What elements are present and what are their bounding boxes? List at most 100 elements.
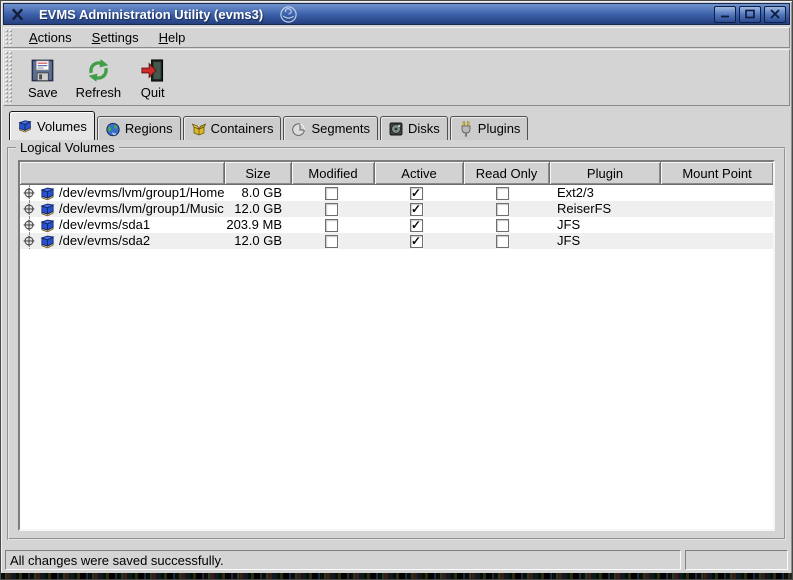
volume-name: /dev/evms/sda1 bbox=[59, 217, 150, 233]
active-checkbox[interactable]: ✓ bbox=[410, 187, 423, 200]
tab-regions[interactable]: Regions bbox=[97, 116, 181, 140]
pie-segment-icon bbox=[291, 121, 307, 137]
active-checkbox[interactable]: ✓ bbox=[410, 219, 423, 232]
quit-door-icon bbox=[139, 57, 166, 84]
refresh-button-label: Refresh bbox=[76, 85, 122, 100]
volume-name: /dev/evms/lvm/group1/Home bbox=[59, 185, 224, 201]
tab-plugins[interactable]: Plugins bbox=[450, 116, 529, 140]
table-row[interactable]: /dev/evms/lvm/group1/Music 12.0 GB ✓ Rei… bbox=[20, 201, 773, 217]
menu-help[interactable]: Help bbox=[149, 29, 196, 46]
volume-size: 12.0 GB bbox=[224, 201, 290, 217]
refresh-button[interactable]: Refresh bbox=[68, 52, 130, 103]
logical-volumes-groupbox: Logical Volumes Size Modified Active Rea… bbox=[7, 147, 786, 540]
notebook-page-volumes: Logical Volumes Size Modified Active Rea… bbox=[3, 140, 790, 548]
quit-button[interactable]: Quit bbox=[131, 52, 174, 103]
volumes-table: Size Modified Active Read Only Plugin Mo… bbox=[18, 160, 775, 531]
status-message: All changes were saved successfully. bbox=[10, 553, 224, 568]
readonly-checkbox[interactable] bbox=[496, 203, 509, 216]
volume-book-icon bbox=[39, 218, 56, 233]
tab-plugins-label: Plugins bbox=[478, 121, 521, 136]
modified-checkbox[interactable] bbox=[325, 187, 338, 200]
table-body: /dev/evms/lvm/group1/Home 8.0 GB ✓ Ext2/… bbox=[20, 185, 773, 529]
tab-containers[interactable]: Containers bbox=[183, 116, 282, 140]
table-header-row: Size Modified Active Read Only Plugin Mo… bbox=[20, 162, 773, 185]
column-header-readonly[interactable]: Read Only bbox=[464, 162, 549, 184]
tab-regions-label: Regions bbox=[125, 121, 173, 136]
volume-name: /dev/evms/sda2 bbox=[59, 233, 150, 249]
volume-book-icon bbox=[39, 234, 56, 249]
tab-volumes-label: Volumes bbox=[37, 119, 87, 134]
column-header-active[interactable]: Active bbox=[375, 162, 463, 184]
tab-segments-label: Segments bbox=[311, 121, 370, 136]
active-checkbox[interactable]: ✓ bbox=[410, 235, 423, 248]
save-button-label: Save bbox=[28, 85, 58, 100]
readonly-checkbox[interactable] bbox=[496, 219, 509, 232]
toolbar-grip-handle[interactable] bbox=[5, 51, 12, 104]
volume-plugin: JFS bbox=[545, 233, 655, 249]
status-message-panel: All changes were saved successfully. bbox=[5, 550, 681, 570]
volume-mount-point bbox=[655, 185, 773, 201]
toolbar: Save Refresh Quit bbox=[3, 49, 790, 106]
table-row[interactable]: /dev/evms/sda2 12.0 GB ✓ JFS bbox=[20, 233, 773, 249]
modified-checkbox[interactable] bbox=[325, 219, 338, 232]
column-header-size[interactable]: Size bbox=[225, 162, 291, 184]
column-header-modified[interactable]: Modified bbox=[292, 162, 374, 184]
menubar-grip-handle[interactable] bbox=[5, 29, 12, 46]
volume-book-icon bbox=[39, 186, 56, 201]
volume-mount-point bbox=[655, 217, 773, 233]
tree-expander-icon[interactable] bbox=[22, 202, 36, 216]
window-menu-x-logo-icon[interactable] bbox=[7, 6, 27, 23]
active-checkbox[interactable]: ✓ bbox=[410, 203, 423, 216]
titlebar[interactable]: EVMS Administration Utility (evms3) bbox=[3, 3, 790, 25]
close-button[interactable] bbox=[764, 6, 786, 23]
notebook-tabstrip: Volumes Regions Containers Segments Disk… bbox=[3, 111, 790, 140]
volume-plugin: Ext2/3 bbox=[545, 185, 655, 201]
tab-segments[interactable]: Segments bbox=[283, 116, 378, 140]
volume-name: /dev/evms/lvm/group1/Music bbox=[59, 201, 224, 217]
tab-disks[interactable]: Disks bbox=[380, 116, 448, 140]
volume-mount-point bbox=[655, 233, 773, 249]
volume-plugin: ReiserFS bbox=[545, 201, 655, 217]
volume-book-icon bbox=[39, 202, 56, 217]
save-floppy-icon bbox=[29, 57, 56, 84]
volume-size: 203.9 MB bbox=[224, 217, 290, 233]
tree-expander-icon[interactable] bbox=[22, 186, 36, 200]
modified-checkbox[interactable] bbox=[325, 235, 338, 248]
menu-actions[interactable]: Actions bbox=[19, 29, 82, 46]
tab-volumes[interactable]: Volumes bbox=[9, 111, 95, 140]
minimize-button[interactable] bbox=[714, 6, 736, 23]
groupbox-title: Logical Volumes bbox=[16, 140, 119, 155]
column-header-plugin[interactable]: Plugin bbox=[550, 162, 660, 184]
volume-size: 8.0 GB bbox=[224, 185, 290, 201]
spiral-logo-icon bbox=[279, 5, 298, 24]
open-box-icon bbox=[191, 121, 207, 137]
close-icon bbox=[769, 9, 781, 19]
tree-expander-icon[interactable] bbox=[22, 234, 36, 248]
readonly-checkbox[interactable] bbox=[496, 235, 509, 248]
column-header-mountpoint[interactable]: Mount Point bbox=[661, 162, 773, 184]
readonly-checkbox[interactable] bbox=[496, 187, 509, 200]
table-row[interactable]: /dev/evms/lvm/group1/Home 8.0 GB ✓ Ext2/… bbox=[20, 185, 773, 201]
maximize-button[interactable] bbox=[739, 6, 761, 23]
app-window: EVMS Administration Utility (evms3) Acti… bbox=[0, 0, 793, 580]
tree-expander-icon[interactable] bbox=[22, 218, 36, 232]
screen-edge-artifact-strip bbox=[1, 573, 792, 579]
column-header-name[interactable] bbox=[20, 162, 224, 184]
volume-plugin: JFS bbox=[545, 217, 655, 233]
table-row[interactable]: /dev/evms/sda1 203.9 MB ✓ JFS bbox=[20, 217, 773, 233]
menu-settings[interactable]: Settings bbox=[82, 29, 149, 46]
minimize-icon bbox=[719, 9, 731, 19]
tab-containers-label: Containers bbox=[211, 121, 274, 136]
hard-disk-icon bbox=[388, 121, 404, 137]
statusbar: All changes were saved successfully. bbox=[5, 550, 788, 570]
tab-disks-label: Disks bbox=[408, 121, 440, 136]
quit-button-label: Quit bbox=[141, 85, 165, 100]
maximize-icon bbox=[744, 9, 756, 19]
save-button[interactable]: Save bbox=[20, 52, 66, 103]
volume-size: 12.0 GB bbox=[224, 233, 290, 249]
refresh-arrows-icon bbox=[85, 57, 112, 84]
status-side-panel bbox=[685, 550, 788, 570]
menubar: Actions Settings Help bbox=[3, 27, 790, 48]
modified-checkbox[interactable] bbox=[325, 203, 338, 216]
globe-icon bbox=[105, 121, 121, 137]
